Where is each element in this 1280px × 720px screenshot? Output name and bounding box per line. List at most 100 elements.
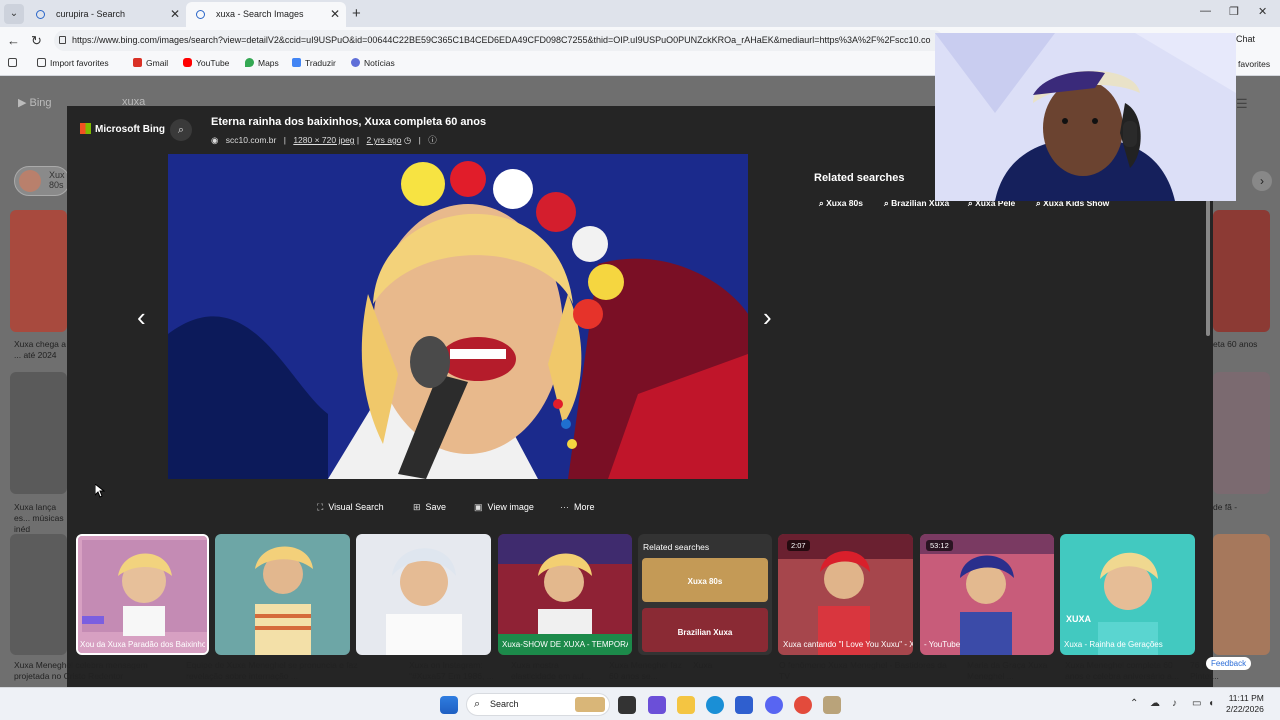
search-icon	[196, 10, 205, 19]
image-title[interactable]: Eterna rainha dos baixinhos, Xuxa comple…	[211, 116, 486, 128]
visual-search-button[interactable]: ⛶ Visual Search	[317, 502, 384, 513]
scrollbar[interactable]	[1206, 200, 1210, 336]
bookmark-import-favorites[interactable]: Import favorites	[37, 58, 109, 68]
close-icon[interactable]: ✕	[170, 2, 180, 27]
bookmark-maps[interactable]: Maps	[245, 58, 279, 68]
tab-bar: ⌄ curupira - Search ✕ xuxa - Search Imag…	[0, 0, 1280, 27]
other-favorites[interactable]: favorites	[1238, 59, 1270, 69]
divider: |	[356, 135, 362, 145]
modal-brand[interactable]: Microsoft Bing	[80, 123, 165, 135]
search-icon[interactable]: ⌕	[170, 119, 192, 141]
close-window-button[interactable]: ✕	[1258, 5, 1267, 18]
view-image-button[interactable]: ▣ View image	[474, 502, 534, 513]
windows-start-icon[interactable]	[440, 696, 458, 714]
microsoft-logo-icon	[80, 123, 91, 134]
bookmark-label: Notícias	[364, 58, 395, 68]
image-icon: ▣	[474, 502, 483, 512]
strip-caption: Xuxa-SHOW DE XUXA - TEMPORADA 1991 ARGEN…	[502, 640, 628, 649]
bg-thumbnail[interactable]	[1213, 372, 1270, 494]
strip-thumbnail[interactable]	[356, 534, 491, 655]
task-view-icon[interactable]	[618, 696, 636, 714]
strip-caption: - YouTube	[924, 640, 961, 649]
chevron-right-icon[interactable]: ›	[1252, 171, 1272, 191]
copilot-chat-button[interactable]: Chat	[1236, 34, 1255, 44]
clock[interactable]: 11:11 PM 2/22/2026	[1226, 693, 1264, 715]
tab-actions-button[interactable]: ⌄	[4, 4, 24, 24]
bg-chip[interactable]: Xux 80s	[14, 166, 70, 196]
history-icon: ◷	[403, 135, 414, 145]
store-icon[interactable]	[735, 696, 753, 714]
new-tab-button[interactable]: +	[352, 5, 361, 22]
microphone-icon[interactable]: ♪	[1172, 698, 1177, 709]
image-source[interactable]: scc10.com.br	[226, 135, 277, 145]
image-dimensions[interactable]: 1280 × 720 jpeg	[293, 135, 354, 145]
action-label: View image	[487, 502, 534, 512]
bookmark-label: Import favorites	[50, 58, 109, 68]
network-icon[interactable]: ▭	[1192, 698, 1201, 709]
bg-thumbnail[interactable]	[1213, 210, 1270, 332]
taskbar: ⌕ Search ⌃ ☁ ♪ ▭ ◖ 11:11 PM 2/22/2026	[0, 687, 1280, 720]
bg-thumbnail[interactable]	[1213, 534, 1270, 655]
bookmark-gmail[interactable]: Gmail	[133, 58, 168, 68]
tab-xuxa[interactable]: xuxa - Search Images ✕	[186, 2, 346, 27]
clock-time: 11:11 PM	[1228, 693, 1264, 703]
close-icon[interactable]: ✕	[330, 2, 340, 27]
related-chip[interactable]: ⌕ Xuxa 80s	[819, 198, 863, 209]
app-icon[interactable]	[794, 696, 812, 714]
strip-thumbnail[interactable]	[778, 534, 913, 655]
previous-image-arrow[interactable]: ‹	[137, 302, 146, 333]
discord-icon[interactable]	[765, 696, 783, 714]
taskbar-search[interactable]: ⌕ Search	[466, 693, 610, 716]
refresh-icon[interactable]: ↻	[31, 33, 42, 49]
globe-icon: ◉	[211, 135, 219, 145]
bg-thumbnail[interactable]	[10, 210, 67, 332]
url-field[interactable]: https://www.bing.com/images/search?view=…	[54, 30, 944, 51]
sidebar-toggle-icon[interactable]	[8, 58, 21, 68]
bookmark-traduzir[interactable]: Traduzir	[292, 58, 336, 68]
bg-caption: eta 60 anos	[1213, 339, 1258, 349]
tab-curupira[interactable]: curupira - Search ✕	[26, 2, 186, 27]
more-button[interactable]: ··· More	[560, 502, 595, 512]
image-age[interactable]: 2 yrs ago	[366, 135, 401, 145]
next-image-arrow[interactable]: ›	[763, 302, 772, 333]
minimize-button[interactable]: —	[1200, 5, 1211, 17]
volume-icon[interactable]: ◖	[1208, 698, 1214, 709]
strip-thumbnail[interactable]	[76, 534, 209, 655]
menu-icon[interactable]: ☰	[1236, 96, 1248, 112]
bookmark-noticias[interactable]: Notícias	[351, 58, 395, 68]
feedback-button[interactable]: Feedback	[1206, 657, 1252, 670]
related-label: Xuxa 80s	[687, 577, 723, 586]
restore-button[interactable]: ❐	[1229, 5, 1239, 18]
bg-caption: Xuxa Meneghel faz 60 anos se...	[609, 660, 682, 681]
app-icon[interactable]	[823, 696, 841, 714]
action-label: More	[574, 502, 595, 512]
cloud-icon[interactable]: ☁	[1150, 698, 1160, 709]
strip-thumbnail[interactable]	[498, 534, 632, 655]
bookmark-label: Gmail	[146, 58, 169, 68]
bookmark-youtube[interactable]: YouTube	[183, 58, 229, 68]
save-button[interactable]: ⊞ Save	[413, 502, 446, 513]
image-meta: ◉ scc10.com.br | 1280 × 720 jpeg | 2 yrs…	[211, 134, 442, 146]
bg-caption: O fenômeno Xuxa Meneghel - Bastidores da…	[779, 660, 947, 681]
bookmark-label: Traduzir	[305, 58, 336, 68]
feedback-label: Feedback	[1211, 659, 1247, 668]
edge-icon[interactable]	[706, 696, 724, 714]
strip-thumbnail[interactable]	[920, 534, 1054, 655]
strip-thumbnail[interactable]	[1060, 534, 1195, 655]
thumbnail-watermark: XUXA	[1066, 614, 1092, 624]
bg-thumbnail[interactable]	[10, 372, 67, 494]
info-icon[interactable]: ⓘ	[428, 135, 437, 145]
chevron-up-icon[interactable]: ⌃	[1130, 698, 1138, 709]
video-duration: 53:12	[926, 540, 953, 551]
bg-caption: Xuxa mostra elasticidade em aul...	[511, 660, 591, 681]
back-icon[interactable]: ←	[7, 33, 20, 48]
file-explorer-icon[interactable]	[677, 696, 695, 714]
bg-caption: de fã -	[1213, 502, 1238, 512]
bg-brand-label: Bing	[29, 97, 52, 109]
bookmark-label: YouTube	[196, 58, 230, 68]
teams-icon[interactable]	[648, 696, 666, 714]
bg-thumbnail[interactable]	[10, 534, 67, 655]
modal-brand-label: Microsoft Bing	[95, 124, 165, 135]
main-image[interactable]	[168, 154, 748, 479]
strip-thumbnail[interactable]	[215, 534, 350, 655]
